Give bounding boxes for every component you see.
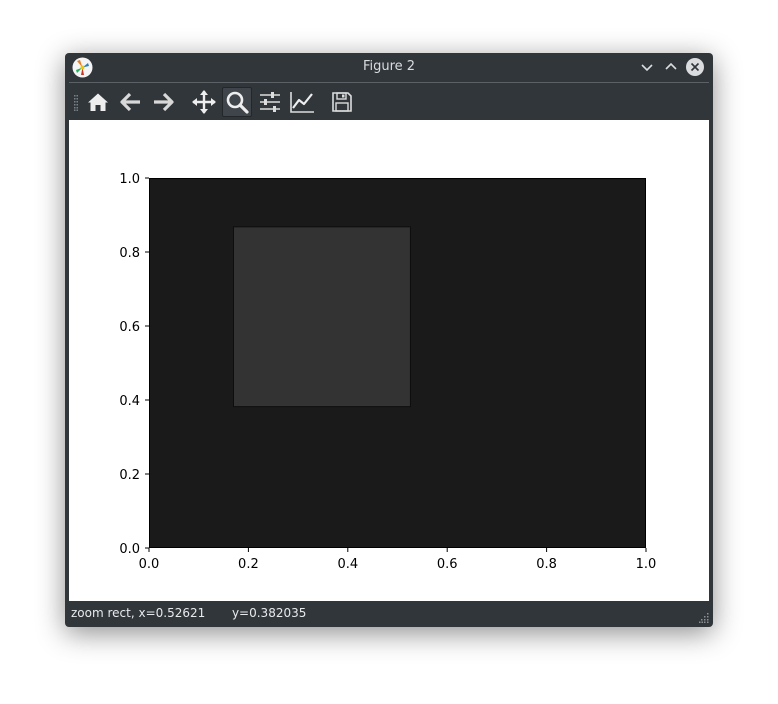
y-tick-label: 0.8 [119,246,140,261]
back-button[interactable] [116,87,146,117]
home-button[interactable] [83,87,113,117]
y-tick-label: 0.6 [119,320,140,335]
minimize-button[interactable] [637,57,657,77]
pan-button[interactable] [189,87,219,117]
chevron-down-icon [641,64,653,72]
pan-icon [192,90,216,114]
figure-canvas[interactable]: 0.0 0.2 0.4 0.6 0.8 1.0 0.0 0.2 0.4 0.6 0.8 1.0 [69,120,709,601]
zoom-button[interactable] [222,87,252,117]
toolbar-grip[interactable] [74,95,78,111]
save-button[interactable] [327,87,357,117]
y-tick-label: 1.0 [119,172,140,187]
y-tick-label: 0.4 [119,394,140,409]
navigation-toolbar [65,83,713,120]
x-tick-label: 0.4 [337,557,358,572]
figure-window: Figure 2 0.0 0.2 0.4 0.6 0.8 1.0 0.0 0.2… [65,53,713,627]
size-grip[interactable] [699,613,709,623]
x-tick-label: 0.0 [139,557,160,572]
x-tick-label: 0.8 [536,557,557,572]
y-axis: 0.0 0.2 0.4 0.6 0.8 1.0 [119,172,149,557]
x-axis: 0.0 0.2 0.4 0.6 0.8 1.0 [139,548,657,572]
y-tick-label: 0.0 [119,542,140,557]
x-tick-label: 0.2 [238,557,259,572]
home-icon [88,93,108,111]
y-tick-label: 0.2 [119,468,140,483]
save-icon [332,92,352,112]
zoom-rectangle [232,226,411,408]
zoom-icon [226,91,249,114]
close-button[interactable] [685,57,705,77]
chevron-up-icon [665,62,677,70]
status-bar: zoom rect, x=0.52621 y=0.382035 [65,601,713,627]
forward-icon [154,92,174,112]
status-message: zoom rect, x=0.52621 y=0.382035 [71,606,307,620]
axes-edit-button[interactable] [287,87,317,117]
subplots-icon [260,92,280,112]
maximize-button[interactable] [661,57,681,77]
back-icon [120,92,140,112]
x-tick-label: 0.6 [437,557,458,572]
forward-button[interactable] [148,87,178,117]
subplots-button[interactable] [255,87,285,117]
window-title: Figure 2 [362,59,416,74]
title-bar[interactable]: Figure 2 [65,53,713,82]
x-tick-label: 1.0 [636,557,657,572]
axes-edit-icon [290,92,314,113]
plot-area[interactable]: 0.0 0.2 0.4 0.6 0.8 1.0 0.0 0.2 0.4 0.6 0.8 1.0 [69,120,709,601]
